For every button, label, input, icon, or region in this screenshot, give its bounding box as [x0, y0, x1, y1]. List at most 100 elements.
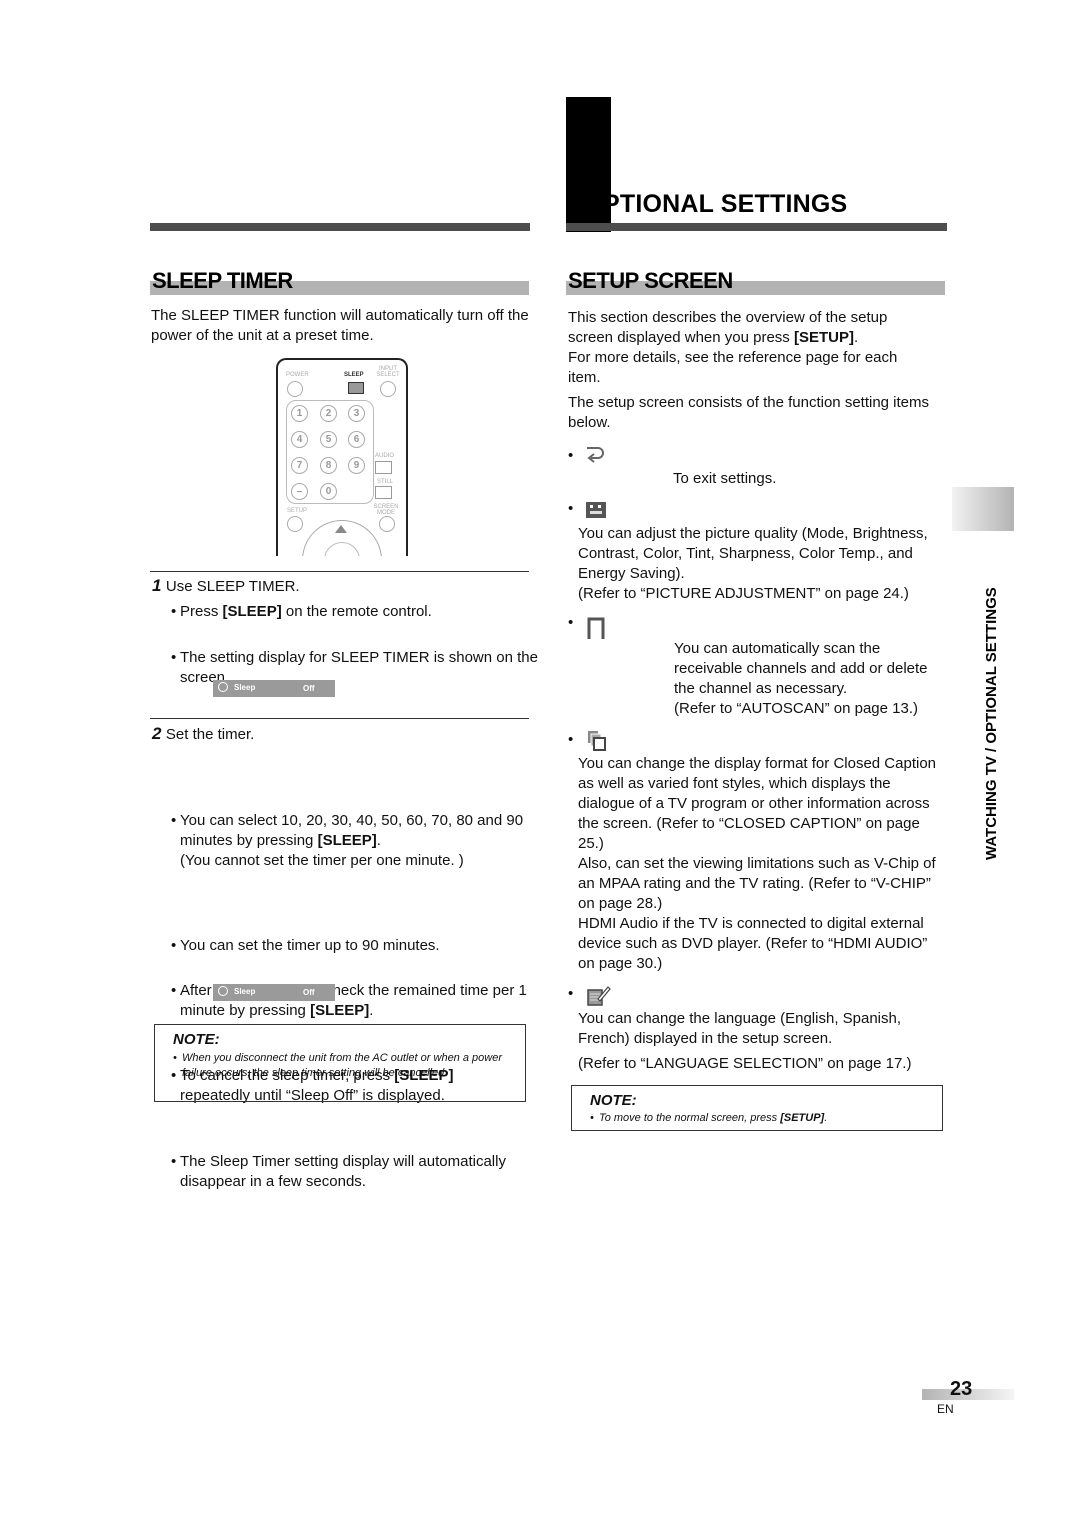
step-1-rule: [150, 571, 529, 572]
key-1: 1: [291, 405, 308, 422]
key-7: 7: [291, 457, 308, 474]
bullet-dot: •: [568, 731, 574, 748]
note-title: NOTE:: [173, 1031, 220, 1048]
bullet-dot: •: [568, 500, 574, 517]
sleep-button: [348, 382, 364, 394]
bullet-text: (You cannot set the timer per one minute…: [180, 852, 464, 869]
sleep-timer-intro: The SLEEP TIMER function will automatica…: [151, 307, 529, 344]
up-arrow-icon: [335, 525, 347, 533]
item-desc: HDMI Audio if the TV is connected to dig…: [578, 915, 928, 972]
osd-label: Sleep: [234, 683, 256, 692]
channel-icon: [587, 617, 605, 639]
setup-intro: This section describes the overview of t…: [568, 308, 933, 388]
step-2-bullet: The Sleep Timer setting display will aut…: [171, 1152, 535, 1192]
setup-item-text: You can automatically scan the receivabl…: [674, 639, 944, 719]
key-4: 4: [291, 431, 308, 448]
step-title: Set the timer.: [165, 726, 255, 743]
intro-bold: [SETUP]: [793, 329, 854, 346]
setup-item-text: You can change the display format for Cl…: [578, 754, 948, 974]
header-rule-right: [566, 223, 947, 231]
picture-icon: [586, 502, 606, 518]
bullet-dot: •: [568, 447, 574, 464]
intro-text: For more details, see the reference page…: [568, 349, 898, 386]
note-text-pre: To move to the normal screen, press: [599, 1112, 781, 1124]
note-text-post: .: [824, 1112, 828, 1124]
osd-value: Off: [303, 988, 315, 997]
side-section-label: WATCHING TV / OPTIONAL SETTINGS: [983, 587, 1000, 860]
header-rule-left: [150, 223, 530, 231]
step-title: Use SLEEP TIMER.: [165, 578, 300, 595]
bullet-dot: •: [568, 985, 574, 1002]
item-ref: (Refer to “AUTOSCAN” on page 13.): [674, 700, 918, 717]
bullet-text: .: [369, 1002, 374, 1019]
osd-label: Sleep: [234, 987, 256, 996]
bullet-text: The Sleep Timer setting display will aut…: [180, 1153, 506, 1190]
note-text: When you disconnect the unit from the AC…: [173, 1051, 527, 1081]
screen-mode-button: [379, 516, 395, 532]
bullet-bold: [SLEEP]: [317, 832, 377, 849]
item-desc: You can adjust the picture quality (Mode…: [578, 525, 928, 582]
input-select-label: INPUT SELECT: [376, 366, 400, 378]
setup-intro-2: The setup screen consists of the functio…: [568, 394, 930, 431]
key-5: 5: [320, 431, 337, 448]
screen-mode-label: SCREEN MODE: [373, 504, 399, 516]
setup-item-text: You can adjust the picture quality (Mode…: [578, 524, 943, 604]
chapter-title: PTIONAL SETTINGS: [603, 190, 848, 218]
step-number: 2: [152, 724, 162, 743]
heading-text: SLEEP TIMER: [152, 268, 293, 293]
timer-icon: [218, 986, 228, 996]
setup-screen-heading: SETUP SCREEN: [566, 264, 945, 296]
detail-icon: [588, 731, 606, 751]
setup-item-text: You can change the language (English, Sp…: [578, 1010, 902, 1047]
audio-label: AUDIO: [375, 453, 395, 459]
sleep-osd-display: Sleep Off: [213, 984, 335, 1001]
item-desc: You can automatically scan the receivabl…: [674, 640, 928, 697]
setup-item-text: To exit settings.: [673, 470, 777, 487]
input-select-button: [380, 381, 396, 397]
key-dash: –: [291, 483, 308, 500]
page-number: 23: [950, 1378, 973, 1400]
heading-text: SETUP SCREEN: [568, 268, 733, 293]
key-0: 0: [320, 483, 337, 500]
setup-button: [287, 516, 303, 532]
item-desc: Also, can set the viewing limitations su…: [578, 855, 936, 912]
step-2-bullet: You can set the timer up to 90 minutes.: [171, 936, 530, 956]
return-icon: [587, 447, 604, 463]
key-2: 2: [320, 405, 337, 422]
side-tab-marker: [952, 487, 1014, 531]
intro-text: .: [853, 329, 859, 346]
step-2-rule: [150, 718, 529, 719]
key-8: 8: [320, 457, 337, 474]
sleep-osd-display: Sleep Off: [213, 680, 335, 697]
step-2: 2 Set the timer.: [152, 724, 254, 745]
key-6: 6: [348, 431, 365, 448]
bullet-bold: [SLEEP]: [310, 1002, 370, 1019]
still-label: STILL: [377, 479, 394, 485]
timer-icon: [218, 682, 228, 692]
setup-note-box: NOTE: To move to the normal screen, pres…: [571, 1085, 943, 1131]
sleep-label: SLEEP: [344, 372, 364, 378]
audio-button: [375, 461, 392, 474]
setup-label: SETUP: [287, 508, 308, 514]
note-bold: [SETUP]: [780, 1112, 825, 1124]
note-text: To move to the normal screen, press [SET…: [590, 1111, 944, 1126]
power-button: [287, 381, 303, 397]
bullet-text: on the remote control.: [281, 603, 432, 620]
step-2-bullet: You can select 10, 20, 30, 40, 50, 60, 7…: [171, 811, 525, 871]
item-desc: You can change the display format for Cl…: [578, 755, 937, 852]
key-3: 3: [348, 405, 365, 422]
note-title: NOTE:: [590, 1092, 637, 1109]
item-ref: (Refer to “PICTURE ADJUSTMENT” on page 2…: [578, 585, 909, 602]
sleep-note-box: NOTE: When you disconnect the unit from …: [154, 1024, 526, 1102]
bullet-text: .: [376, 832, 381, 849]
key-9: 9: [348, 457, 365, 474]
page-language: EN: [937, 1402, 954, 1416]
bullet-bold: [SLEEP]: [222, 603, 282, 620]
language-icon: [587, 986, 611, 1006]
step-number: 1: [152, 576, 162, 595]
still-button: [375, 486, 392, 499]
power-label: POWER: [286, 372, 309, 378]
bullet-text: Press: [180, 603, 223, 620]
step-1-bullet: Press [SLEEP] on the remote control.: [171, 602, 535, 622]
bullet-dot: •: [568, 614, 574, 631]
